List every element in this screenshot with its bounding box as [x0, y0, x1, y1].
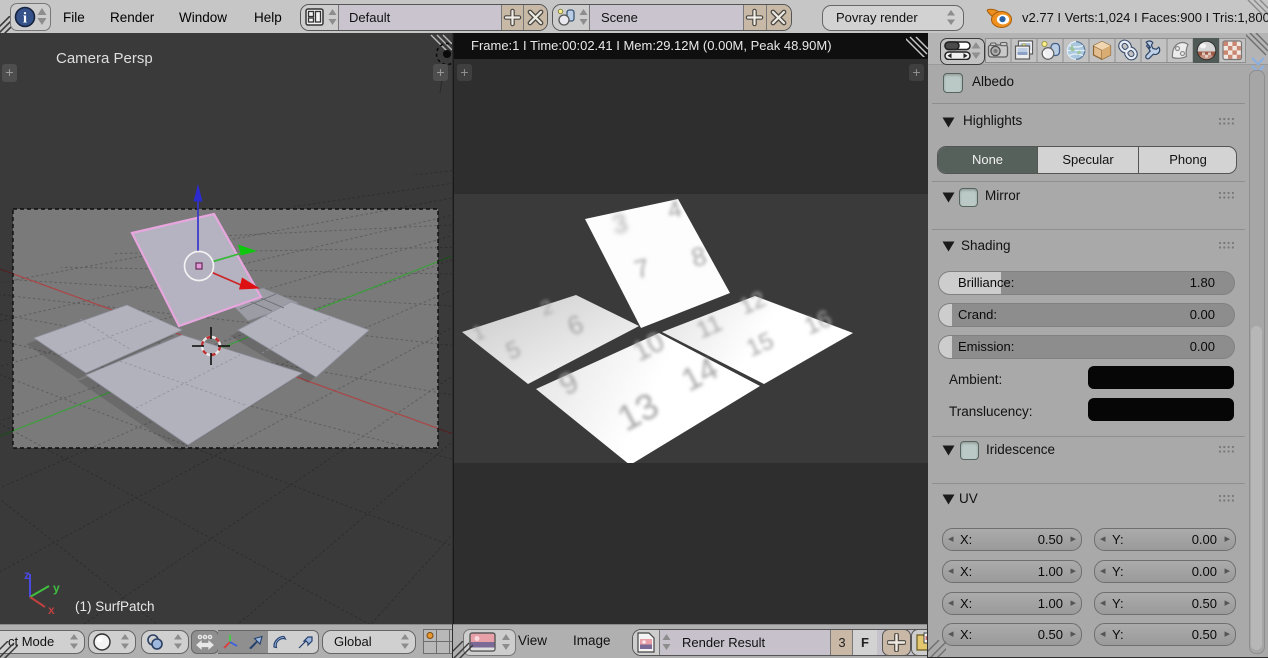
svg-text:z: z [24, 568, 30, 582]
svg-text:(1) SurfPatch: (1) SurfPatch [75, 599, 155, 614]
svg-text:x: x [48, 603, 55, 617]
svg-text:y: y [53, 581, 60, 595]
svg-text:Camera Persp: Camera Persp [56, 50, 153, 67]
